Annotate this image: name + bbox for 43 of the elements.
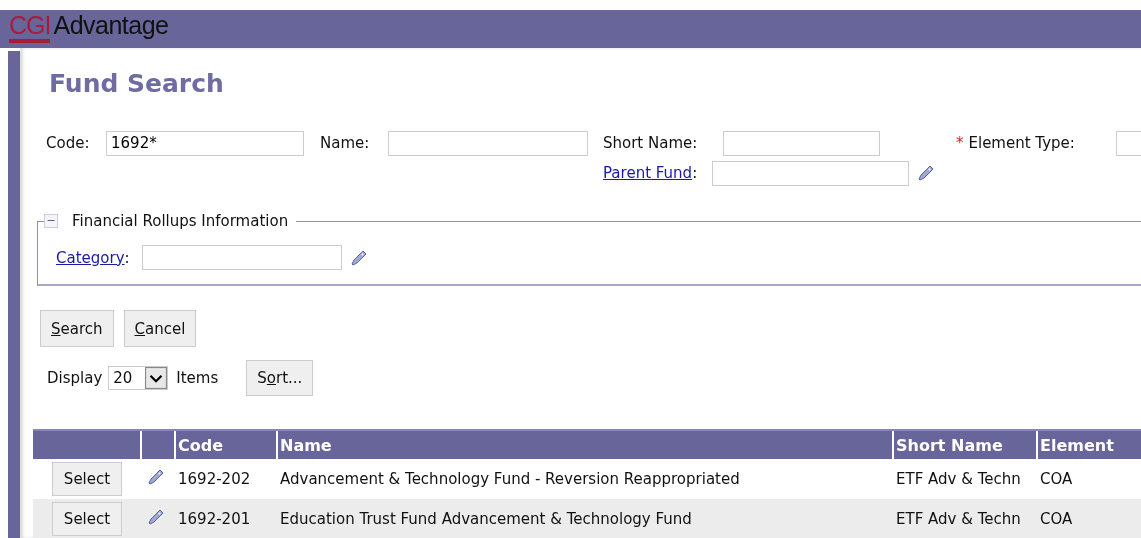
table-cell: COA [1037, 459, 1141, 499]
column-header: Short Name [893, 430, 1037, 459]
column-header: Name [277, 430, 893, 459]
field-link[interactable]: Category [56, 248, 125, 267]
table-cell: 1692-202 [175, 459, 277, 499]
colon-text: : [124, 248, 131, 267]
page-title: Fund Search [49, 68, 225, 100]
table-cell: ETF Adv & Techn [893, 459, 1037, 499]
table-cell: Advancement & Technology Fund - Reversion Reappropriated [277, 459, 893, 499]
product-name: Advantage [53, 11, 169, 39]
pencil-icon[interactable] [350, 249, 367, 266]
input-field[interactable] [388, 130, 588, 156]
column-header: Element [1037, 430, 1141, 459]
page-size-dropdown[interactable]: 20 [108, 366, 169, 390]
logo: CGI [9, 11, 51, 43]
field-label: Element Type: [968, 134, 1076, 152]
input-field[interactable] [723, 130, 880, 156]
required-mark: * [956, 134, 964, 152]
input-field[interactable]: 1692* [106, 130, 304, 156]
select-button[interactable]: Select [51, 502, 123, 536]
button[interactable]: Cancel [123, 310, 197, 347]
column-header: Code [175, 430, 277, 459]
display-label: Display [47, 369, 103, 387]
input-field[interactable] [712, 160, 910, 186]
field-link[interactable]: Parent Fund [603, 164, 693, 182]
field-label: Code: [46, 134, 91, 152]
pencil-icon[interactable] [918, 165, 935, 181]
sort-button[interactable]: Sort... [246, 360, 314, 396]
colon-text: : [692, 164, 699, 182]
select-button[interactable]: Select [51, 462, 123, 496]
field-label: Name: [320, 134, 371, 152]
field-label: Short Name: [603, 134, 699, 152]
table-cell: Education Trust Fund Advancement & Technology Fund [277, 499, 893, 538]
table-cell: COA [1037, 499, 1141, 538]
collapse-toggle[interactable]: − [44, 214, 58, 228]
pencil-icon[interactable] [148, 469, 164, 485]
button[interactable]: Search [40, 310, 114, 347]
table-cell: ETF Adv & Techn [893, 499, 1037, 538]
section-title: Financial Rollups Information [72, 212, 289, 230]
items-label: Items [176, 369, 219, 387]
input-field[interactable] [141, 245, 342, 270]
table-cell: 1692-201 [175, 499, 277, 538]
pencil-icon[interactable] [148, 509, 164, 525]
